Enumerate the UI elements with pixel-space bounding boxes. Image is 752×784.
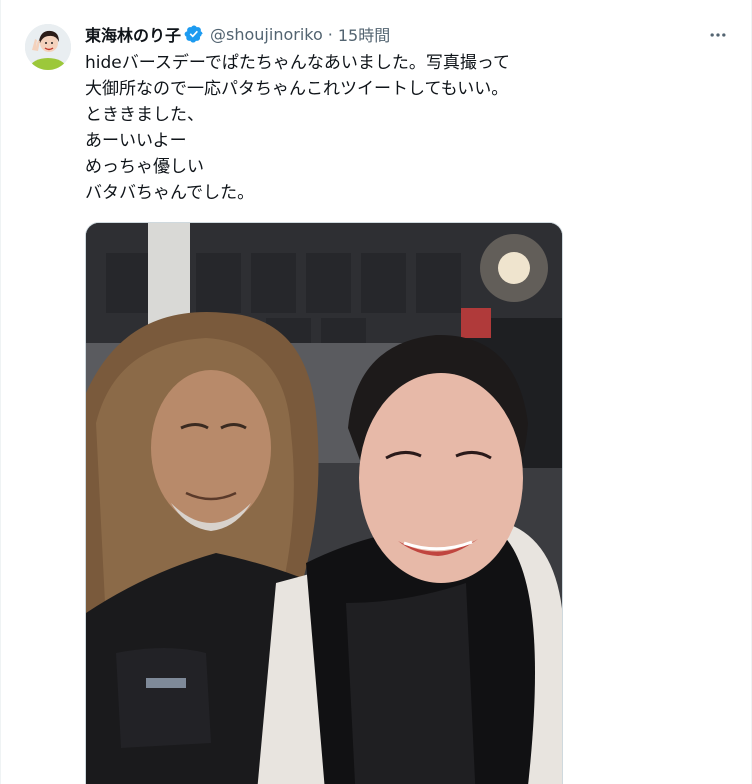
tweet-text-line: めっちゃ優しい	[85, 157, 204, 177]
tweet-text-line: あーいいよー	[85, 131, 187, 151]
display-name[interactable]: 東海林のり子	[85, 22, 181, 46]
tweet-photo[interactable]	[85, 222, 563, 784]
tweet-header: 東海林のり子 @shoujinoriko · 15時間	[85, 22, 390, 46]
tweet-text-line: バタバちゃんでした。	[85, 183, 255, 203]
tweet-article[interactable]: 東海林のり子 @shoujinoriko · 15時間 hideバースデーでぱた…	[0, 0, 752, 784]
timestamp[interactable]: 15時間	[338, 22, 390, 46]
separator-dot: ·	[327, 24, 333, 44]
photo-image	[86, 223, 562, 784]
avatar-image	[25, 24, 71, 70]
more-options-button[interactable]	[703, 20, 733, 50]
more-options-icon	[710, 33, 726, 37]
tweet-text: hideバースデーでぱたちゃんなあいました。写真撮って 大御所なので一応パタちゃ…	[85, 50, 705, 206]
verified-badge-icon	[184, 24, 204, 44]
tweet-text-line: とききました、	[85, 105, 204, 125]
tweet-text-line: 大御所なので一応パタちゃんこれツイートしてもいい。	[85, 79, 509, 99]
avatar[interactable]	[25, 24, 71, 70]
tweet-text-line: hideバースデーでぱたちゃんなあいました。写真撮って	[85, 53, 511, 73]
user-handle[interactable]: @shoujinoriko	[210, 25, 323, 44]
